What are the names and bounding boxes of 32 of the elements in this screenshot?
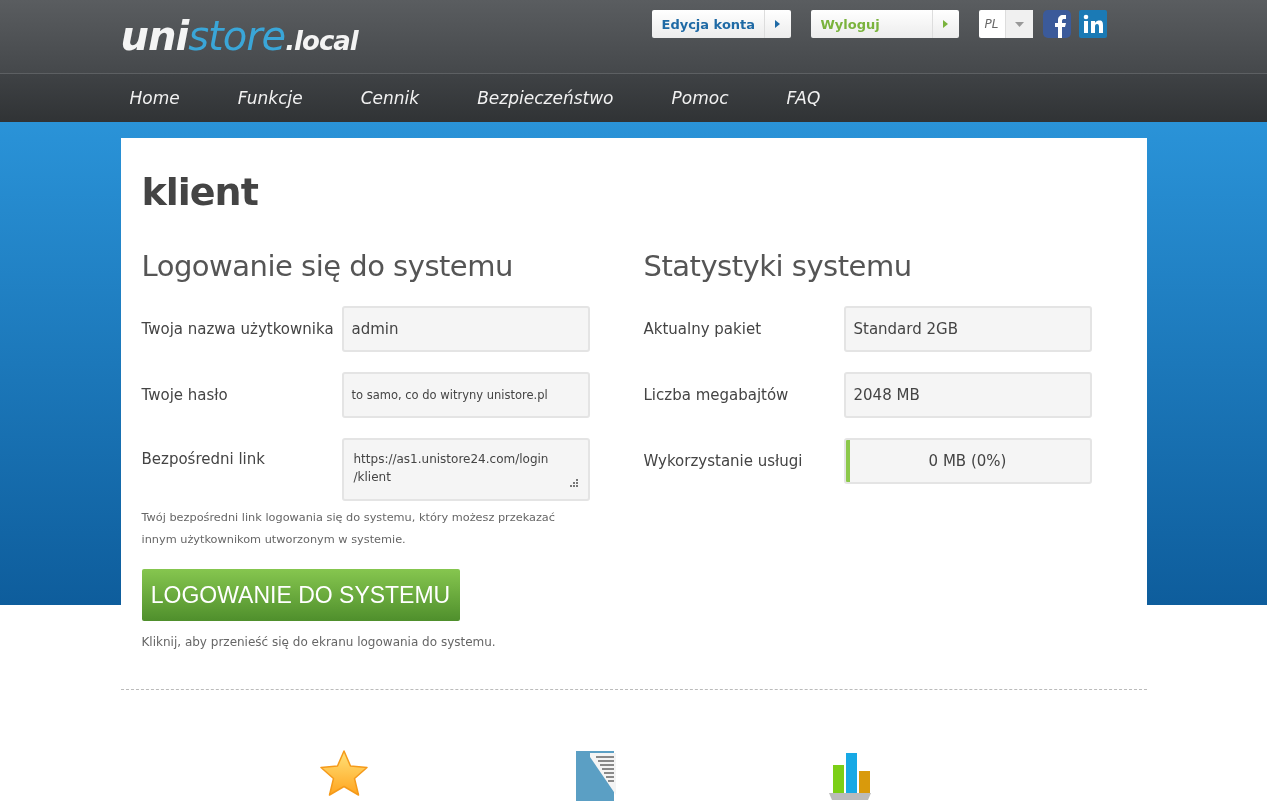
facebook-icon[interactable] bbox=[1042, 10, 1071, 38]
field-label: Bezpośredni link bbox=[141, 450, 266, 468]
page-title: klient bbox=[141, 169, 259, 216]
help-text: Twój bezpośredni link logowania się do systemu, który możesz przekazać innym użytkownikom utworzonym w systemie. bbox=[141, 510, 556, 548]
field-label: Aktualny pakiet bbox=[643, 320, 763, 338]
nav-link[interactable]: Home bbox=[129, 74, 180, 122]
nav-link[interactable]: Bezpieczeństwo bbox=[477, 74, 614, 122]
link-field[interactable]: https://as1.unistore24.com/login /klient bbox=[341, 438, 590, 501]
value-field: Standard 2GB bbox=[843, 306, 1092, 352]
nav-link[interactable]: FAQ bbox=[786, 74, 821, 122]
linkedin-icon[interactable] bbox=[1078, 10, 1107, 38]
nav-link[interactable]: Pomoc bbox=[671, 74, 729, 122]
language-select[interactable]: PL bbox=[978, 10, 1033, 38]
usage-reading: 0 MB (0%) bbox=[928, 452, 1007, 470]
section-heading: Statystyki systemu bbox=[643, 248, 913, 285]
nav-link[interactable]: Funkcje bbox=[237, 74, 303, 122]
field-label: Twoje hasło bbox=[141, 386, 229, 404]
account-button[interactable]: Edycja konta bbox=[651, 10, 791, 38]
nav-link[interactable]: Cennik bbox=[360, 74, 420, 122]
field-label: Liczba megabajtów bbox=[643, 386, 790, 404]
resize-grip-icon bbox=[569, 479, 578, 487]
value-field: 2048 MB bbox=[843, 372, 1092, 418]
hint-text: Kliknij, aby przenieść się do ekranu logowania do systemu. bbox=[141, 635, 497, 649]
field-label: Twoja nazwa użytkownika bbox=[141, 320, 335, 338]
section-heading: Logowanie się do systemu bbox=[141, 248, 514, 285]
arrow-icon bbox=[943, 20, 948, 28]
value-field: to samo, co do witryny unistore.pl bbox=[341, 372, 590, 418]
arrow-icon bbox=[775, 20, 780, 28]
logo[interactable]: unistore.local bbox=[120, 12, 358, 65]
value-field: admin bbox=[341, 306, 590, 352]
caret-icon bbox=[1014, 21, 1024, 27]
field-label: Wykorzystanie usługi bbox=[643, 452, 804, 470]
